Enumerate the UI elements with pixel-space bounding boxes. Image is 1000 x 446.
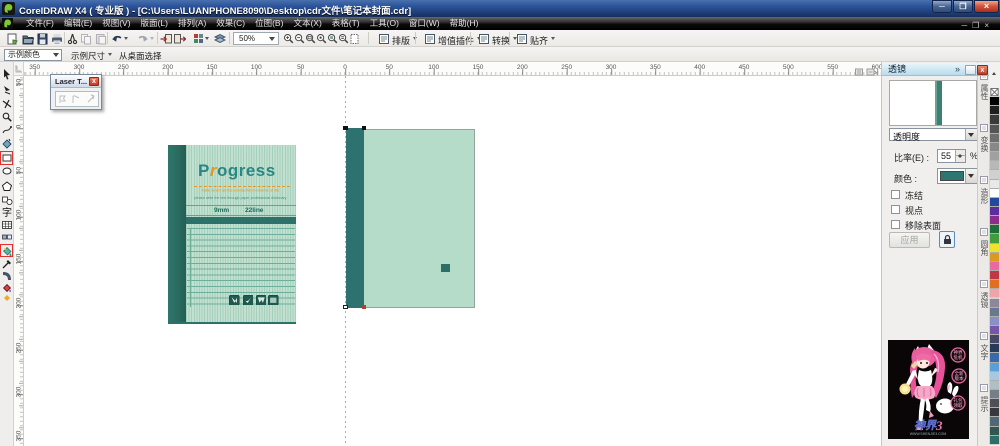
svg-text:版本: 版本 [955, 375, 964, 382]
svg-text:3: 3 [935, 418, 943, 433]
svg-text:WWW.SHENJIE3.COM: WWW.SHENJIE3.COM [910, 432, 947, 436]
svg-text:字: 字 [2, 206, 12, 218]
svg-text:领取: 领取 [954, 402, 963, 409]
svg-text:神界: 神界 [914, 419, 937, 432]
svg-text:危机: 危机 [954, 354, 963, 361]
